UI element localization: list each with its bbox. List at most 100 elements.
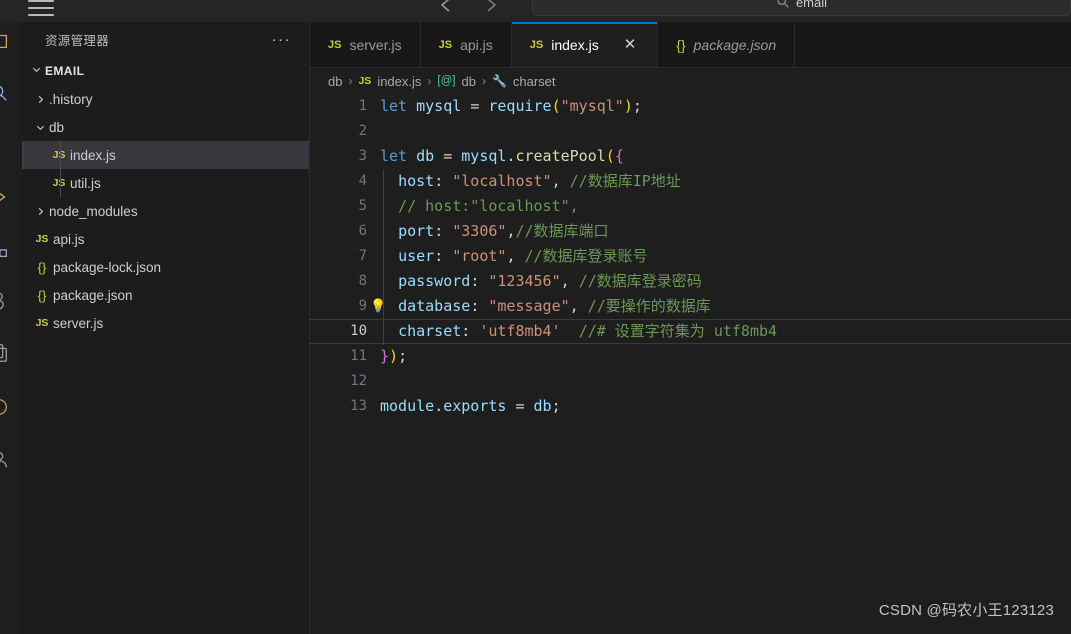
line-number: 1 bbox=[358, 98, 367, 114]
remote-icon[interactable] bbox=[0, 394, 12, 420]
indent-guide bbox=[383, 320, 384, 345]
editor-tab-api-js[interactable]: JS api.js bbox=[420, 22, 512, 67]
indent-guide bbox=[383, 269, 384, 294]
symbol-object-icon: [@] bbox=[437, 75, 456, 87]
extensions-icon[interactable] bbox=[0, 236, 12, 262]
title-bar: email bbox=[0, 0, 1071, 22]
code-line-5[interactable]: 5 // host:"localhost", bbox=[310, 194, 1071, 219]
code-line-text: user: "root", //数据库登录账号 bbox=[398, 247, 648, 265]
code-line-6[interactable]: 6 port: "3306",//数据库端口 bbox=[310, 219, 1071, 244]
js-file-icon: JS bbox=[52, 177, 66, 189]
run-debug-icon[interactable] bbox=[0, 184, 12, 210]
breadcrumb: db › JS index.js › [@] db › 🔧 charset bbox=[310, 68, 1071, 94]
tree-item-label: .history bbox=[49, 91, 93, 107]
explorer-icon[interactable] bbox=[0, 28, 12, 54]
arrow-back-icon[interactable] bbox=[436, 0, 458, 16]
tree-item-package-json[interactable]: {} package.json bbox=[22, 281, 309, 309]
source-control-icon[interactable] bbox=[0, 132, 12, 158]
account-icon[interactable] bbox=[0, 446, 12, 472]
activity-bar bbox=[0, 22, 22, 634]
tree-item--history[interactable]: .history bbox=[22, 85, 309, 113]
explorer-more-actions-icon[interactable]: ··· bbox=[268, 30, 296, 49]
code-line-text: let mysql = require("mysql"); bbox=[380, 97, 642, 115]
search-icon-rail[interactable] bbox=[0, 80, 12, 106]
code-line-10[interactable]: 10 charset: 'utf8mb4' //# 设置字符集为 utf8mb4 bbox=[310, 319, 1071, 345]
code-line-11[interactable]: 11}); bbox=[310, 344, 1071, 369]
code-line-text: charset: 'utf8mb4' //# 设置字符集为 utf8mb4 bbox=[398, 322, 778, 340]
code-line-text: password: "123456", //数据库登录密码 bbox=[398, 272, 702, 290]
code-line-9[interactable]: 9 💡 database: "message", //要操作的数据库 bbox=[310, 294, 1071, 319]
wrench-icon: 🔧 bbox=[491, 74, 507, 88]
line-number: 3 bbox=[358, 148, 367, 164]
line-number: 2 bbox=[358, 123, 367, 139]
tree-item-label: server.js bbox=[53, 315, 104, 331]
tree-item-api-js[interactable]: JS api.js bbox=[22, 225, 309, 253]
js-file-icon: JS bbox=[328, 38, 342, 51]
editor-tab-label: package.json bbox=[693, 36, 777, 53]
chevron-down-icon bbox=[31, 122, 49, 133]
breadcrumb-item[interactable]: index.js bbox=[377, 74, 421, 89]
editor-tab-bar: JS server.js JS api.js JS index.js ✕ {} package.… bbox=[310, 22, 1071, 68]
indent-guide bbox=[60, 141, 61, 169]
tree-item-label: db bbox=[49, 119, 65, 135]
tree-item-label: api.js bbox=[53, 231, 85, 247]
tree-item-label: package-lock.json bbox=[53, 259, 162, 275]
tree-item-db[interactable]: db bbox=[22, 113, 309, 141]
code-line-text: // host:"localhost", bbox=[398, 197, 579, 215]
tree-item-util-js[interactable]: JS util.js bbox=[22, 169, 309, 197]
editor-tab-label: api.js bbox=[460, 36, 493, 53]
close-icon[interactable]: ✕ bbox=[621, 36, 640, 53]
editor-tab-server-js[interactable]: JS server.js bbox=[310, 22, 421, 67]
code-line-7[interactable]: 7 user: "root", //数据库登录账号 bbox=[310, 244, 1071, 269]
explorer-root-folder[interactable]: EMAIL bbox=[22, 57, 309, 85]
tree-item-server-js[interactable]: JS server.js bbox=[22, 309, 309, 337]
code-line-text: database: "message", //要操作的数据库 bbox=[398, 297, 711, 315]
search-icon bbox=[776, 0, 790, 9]
testing-icon[interactable] bbox=[0, 288, 12, 314]
editor-tab-index-js[interactable]: JS index.js ✕ bbox=[511, 22, 659, 67]
js-file-icon: JS bbox=[35, 233, 49, 245]
code-line-4[interactable]: 4 host: "localhost", //数据库IP地址 bbox=[310, 169, 1071, 194]
line-number: 13 bbox=[350, 398, 367, 414]
explorer-title: 资源管理器 bbox=[45, 34, 110, 48]
watermark: CSDN @码农小王123123 bbox=[878, 602, 1054, 619]
code-line-2[interactable]: 2 bbox=[310, 119, 1071, 144]
code-line-text: host: "localhost", //数据库IP地址 bbox=[398, 172, 681, 190]
arrow-forward-icon[interactable] bbox=[480, 0, 502, 16]
line-number: 4 bbox=[358, 173, 367, 189]
code-editor[interactable]: 1 let mysql = require("mysql"); 2 3 let db =… bbox=[310, 94, 1071, 634]
tree-item-package-lock-json[interactable]: {} package-lock.json bbox=[22, 253, 309, 281]
search-value: email bbox=[795, 0, 828, 10]
code-line-text: port: "3306",//数据库端口 bbox=[398, 222, 609, 240]
line-number: 6 bbox=[358, 223, 367, 239]
json-file-icon: {} bbox=[37, 259, 47, 275]
file-tree: .history db JS index.js JS util.js node_module… bbox=[22, 85, 309, 337]
line-number: 10 bbox=[350, 323, 367, 339]
copy-icon[interactable] bbox=[0, 340, 12, 366]
breadcrumb-item[interactable]: charset bbox=[513, 74, 556, 89]
code-line-12[interactable]: 12 bbox=[310, 369, 1071, 394]
explorer-sidebar: 资源管理器 ··· EMAIL .history db JS index.js JS ut… bbox=[22, 22, 310, 634]
search-input[interactable]: email bbox=[532, 0, 1071, 16]
editor-tab-label: index.js bbox=[551, 36, 599, 53]
code-line-8[interactable]: 8 password: "123456", //数据库登录密码 bbox=[310, 269, 1071, 294]
breadcrumb-separator-icon: › bbox=[348, 74, 353, 88]
js-file-icon: JS bbox=[358, 75, 372, 87]
tree-item-node-modules[interactable]: node_modules bbox=[22, 197, 309, 225]
breadcrumb-item[interactable]: db bbox=[328, 74, 342, 89]
line-number: 8 bbox=[358, 273, 367, 289]
tree-item-index-js[interactable]: JS index.js bbox=[22, 141, 309, 169]
hamburger-icon[interactable] bbox=[28, 0, 54, 18]
explorer-header: 资源管理器 ··· bbox=[22, 22, 309, 57]
code-line-text: module.exports = db; bbox=[380, 397, 561, 415]
tree-item-label: index.js bbox=[70, 147, 116, 163]
breadcrumb-item[interactable]: db bbox=[461, 74, 475, 89]
editor-tab-package-json[interactable]: {} package.json bbox=[658, 22, 796, 67]
chevron-right-icon bbox=[31, 94, 49, 105]
line-number: 5 bbox=[358, 198, 367, 214]
indent-guide bbox=[383, 294, 384, 319]
code-line-13[interactable]: 13 module.exports = db; bbox=[310, 394, 1071, 419]
code-line-text: }); bbox=[380, 347, 408, 365]
code-line-3[interactable]: 3 let db = mysql.createPool({ bbox=[310, 144, 1071, 169]
code-line-1[interactable]: 1 let mysql = require("mysql"); bbox=[310, 94, 1071, 119]
